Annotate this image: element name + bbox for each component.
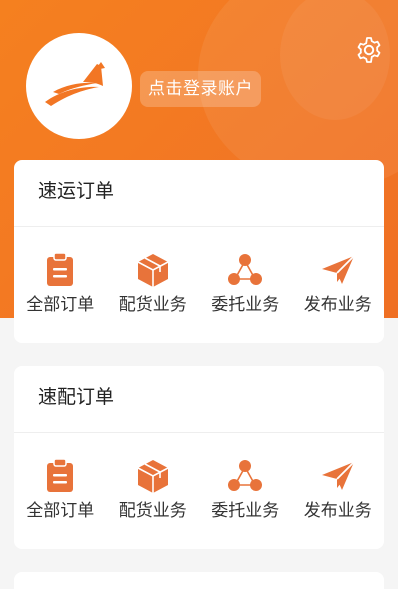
clipboard-icon [47,252,74,286]
menu-item-label: 全部订单 [26,295,95,315]
next-card-partial [14,572,384,589]
package-icon [137,460,169,493]
menu-item-label: 发布业务 [303,501,372,521]
menu-item-distribution[interactable]: 配货业务 [107,458,200,528]
section-title: 速配订单 [38,386,115,408]
divider [14,226,384,227]
section-title: 速运订单 [38,180,115,202]
menu-item-publish[interactable]: 发布业务 [292,252,385,322]
order-menu-grid: 全部订单 配货业务 委托业务 发布业务 [14,458,384,528]
menu-item-label: 配货业务 [118,501,187,521]
menu-item-publish[interactable]: 发布业务 [292,458,385,528]
menu-item-label: 委托业务 [211,501,280,521]
app-logo-icon [45,62,105,106]
menu-item-label: 发布业务 [303,295,372,315]
paper-plane-icon [321,255,355,284]
divider [14,432,384,433]
menu-item-entrust[interactable]: 委托业务 [199,252,292,322]
settings-gear-icon[interactable] [355,36,383,64]
menu-item-distribution[interactable]: 配货业务 [107,252,200,322]
order-menu-grid: 全部订单 配货业务 委托业务 发布业务 [14,252,384,322]
login-button[interactable]: 点击登录账户 [140,71,261,107]
menu-item-all-orders[interactable]: 全部订单 [14,252,107,322]
package-icon [137,254,169,287]
clipboard-icon [47,458,74,492]
express-orders-card: 速运订单 全部订单 配货业务 委托业务 发布业务 [14,160,384,343]
network-icon [228,460,263,491]
menu-item-label: 配货业务 [118,295,187,315]
menu-item-entrust[interactable]: 委托业务 [199,458,292,528]
network-icon [228,254,263,285]
menu-item-label: 委托业务 [211,295,280,315]
matching-orders-card: 速配订单 全部订单 配货业务 委托业务 发布业务 [14,366,384,549]
menu-item-label: 全部订单 [26,501,95,521]
menu-item-all-orders[interactable]: 全部订单 [14,458,107,528]
avatar[interactable] [26,33,132,139]
paper-plane-icon [321,461,355,490]
